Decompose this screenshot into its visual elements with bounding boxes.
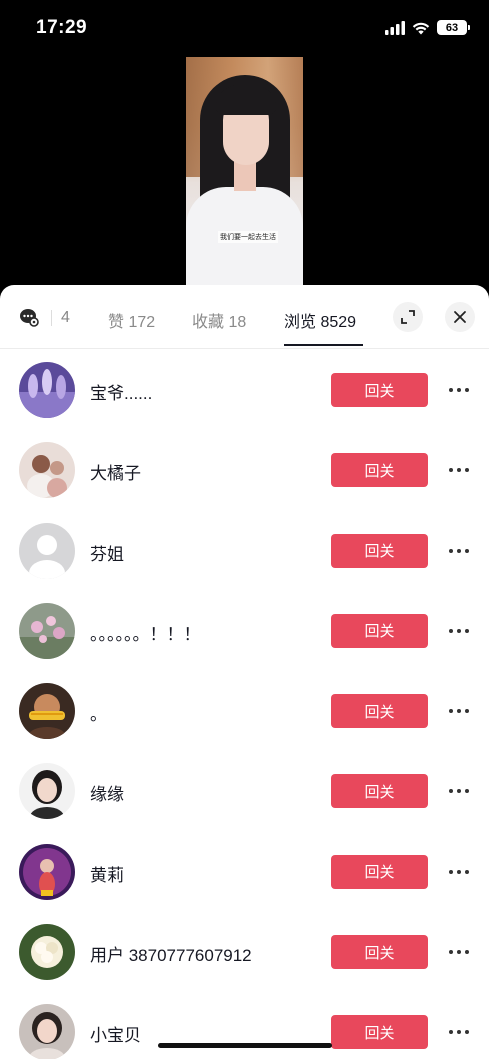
status-time: 17:29 xyxy=(36,17,88,38)
username: 大橘子 xyxy=(90,464,141,484)
follow-back-button[interactable]: 回关 xyxy=(331,373,428,407)
home-indicator[interactable] xyxy=(158,1043,332,1048)
username: 。。。。。。！！！ xyxy=(90,624,201,644)
viewer-list: 宝爷...... 回关 大橘子 回关 芬姐 回关 。。。。。。！！！ 回关 。 … xyxy=(0,349,489,1059)
list-item[interactable]: 用户 3870777607912 回关 xyxy=(0,911,489,991)
wifi-icon xyxy=(412,22,430,34)
username: 小宝贝 xyxy=(90,1026,141,1046)
username: 用户 3870777607912 xyxy=(90,946,252,966)
username: 芬姐 xyxy=(90,544,124,564)
comment-icon[interactable] xyxy=(19,307,39,327)
username: 缘缘 xyxy=(90,785,124,805)
avatar[interactable] xyxy=(19,683,75,740)
follow-back-button[interactable]: 回关 xyxy=(331,935,428,970)
more-options-icon[interactable] xyxy=(446,778,472,804)
tab-views[interactable]: 浏览 8529 xyxy=(284,308,356,332)
cellular-signal-icon xyxy=(385,20,405,35)
more-options-icon[interactable] xyxy=(446,618,472,644)
viewers-sheet: 4 赞 172 收藏 18 浏览 8529 宝爷...... 回关 大橘子 回关… xyxy=(0,285,489,1059)
tab-favorites[interactable]: 收藏 18 xyxy=(192,308,246,332)
follow-back-button[interactable]: 回关 xyxy=(331,453,428,488)
active-tab-indicator xyxy=(284,344,363,346)
list-item[interactable]: 小宝贝 回关 xyxy=(0,991,489,1059)
avatar[interactable] xyxy=(19,763,75,820)
tab-divider xyxy=(51,310,52,326)
avatar[interactable] xyxy=(19,924,75,981)
username: 。 xyxy=(90,705,107,725)
more-options-icon[interactable] xyxy=(446,1019,472,1045)
list-item[interactable]: 黄莉 回关 xyxy=(0,831,489,911)
avatar[interactable] xyxy=(19,522,75,579)
follow-back-button[interactable]: 回关 xyxy=(331,854,428,889)
avatar[interactable] xyxy=(19,442,75,499)
more-options-icon[interactable] xyxy=(446,698,472,724)
video-preview[interactable]: 我们要一起去生活 xyxy=(186,57,303,286)
avatar[interactable] xyxy=(19,1004,75,1059)
battery-icon: 63 xyxy=(437,20,470,35)
avatar[interactable] xyxy=(19,362,75,418)
more-options-icon[interactable] xyxy=(446,859,472,885)
list-item[interactable]: 宝爷...... 回关 xyxy=(0,349,489,429)
follow-back-button[interactable]: 回关 xyxy=(331,533,428,568)
list-item[interactable]: 芬姐 回关 xyxy=(0,510,489,590)
list-item[interactable]: 。。。。。。！！！ 回关 xyxy=(0,590,489,670)
more-options-icon[interactable] xyxy=(446,457,472,483)
tab-likes[interactable]: 赞 172 xyxy=(108,308,155,332)
close-button[interactable] xyxy=(445,302,475,332)
avatar[interactable] xyxy=(19,843,75,900)
username: 宝爷...... xyxy=(90,384,153,403)
username: 黄莉 xyxy=(90,865,124,885)
close-icon xyxy=(454,311,466,323)
video-caption: 我们要一起去生活 xyxy=(218,231,278,243)
list-item[interactable]: 。 回关 xyxy=(0,670,489,750)
status-icons: 63 xyxy=(385,20,470,35)
follow-back-button[interactable]: 回关 xyxy=(331,774,428,809)
more-options-icon[interactable] xyxy=(446,538,472,564)
more-options-icon[interactable] xyxy=(446,377,472,403)
expand-icon xyxy=(401,310,415,324)
list-item[interactable]: 大橘子 回关 xyxy=(0,429,489,509)
follow-back-button[interactable]: 回关 xyxy=(331,694,428,729)
more-options-icon[interactable] xyxy=(446,939,472,965)
list-item[interactable]: 缘缘 回关 xyxy=(0,750,489,830)
expand-button[interactable] xyxy=(393,302,423,332)
tab-bar: 4 赞 172 收藏 18 浏览 8529 xyxy=(0,285,489,349)
follow-back-button[interactable]: 回关 xyxy=(331,613,428,648)
status-bar: 17:29 63 xyxy=(0,0,489,58)
follow-back-button[interactable]: 回关 xyxy=(331,1015,428,1050)
comment-count[interactable]: 4 xyxy=(61,309,70,327)
avatar[interactable] xyxy=(19,602,75,659)
